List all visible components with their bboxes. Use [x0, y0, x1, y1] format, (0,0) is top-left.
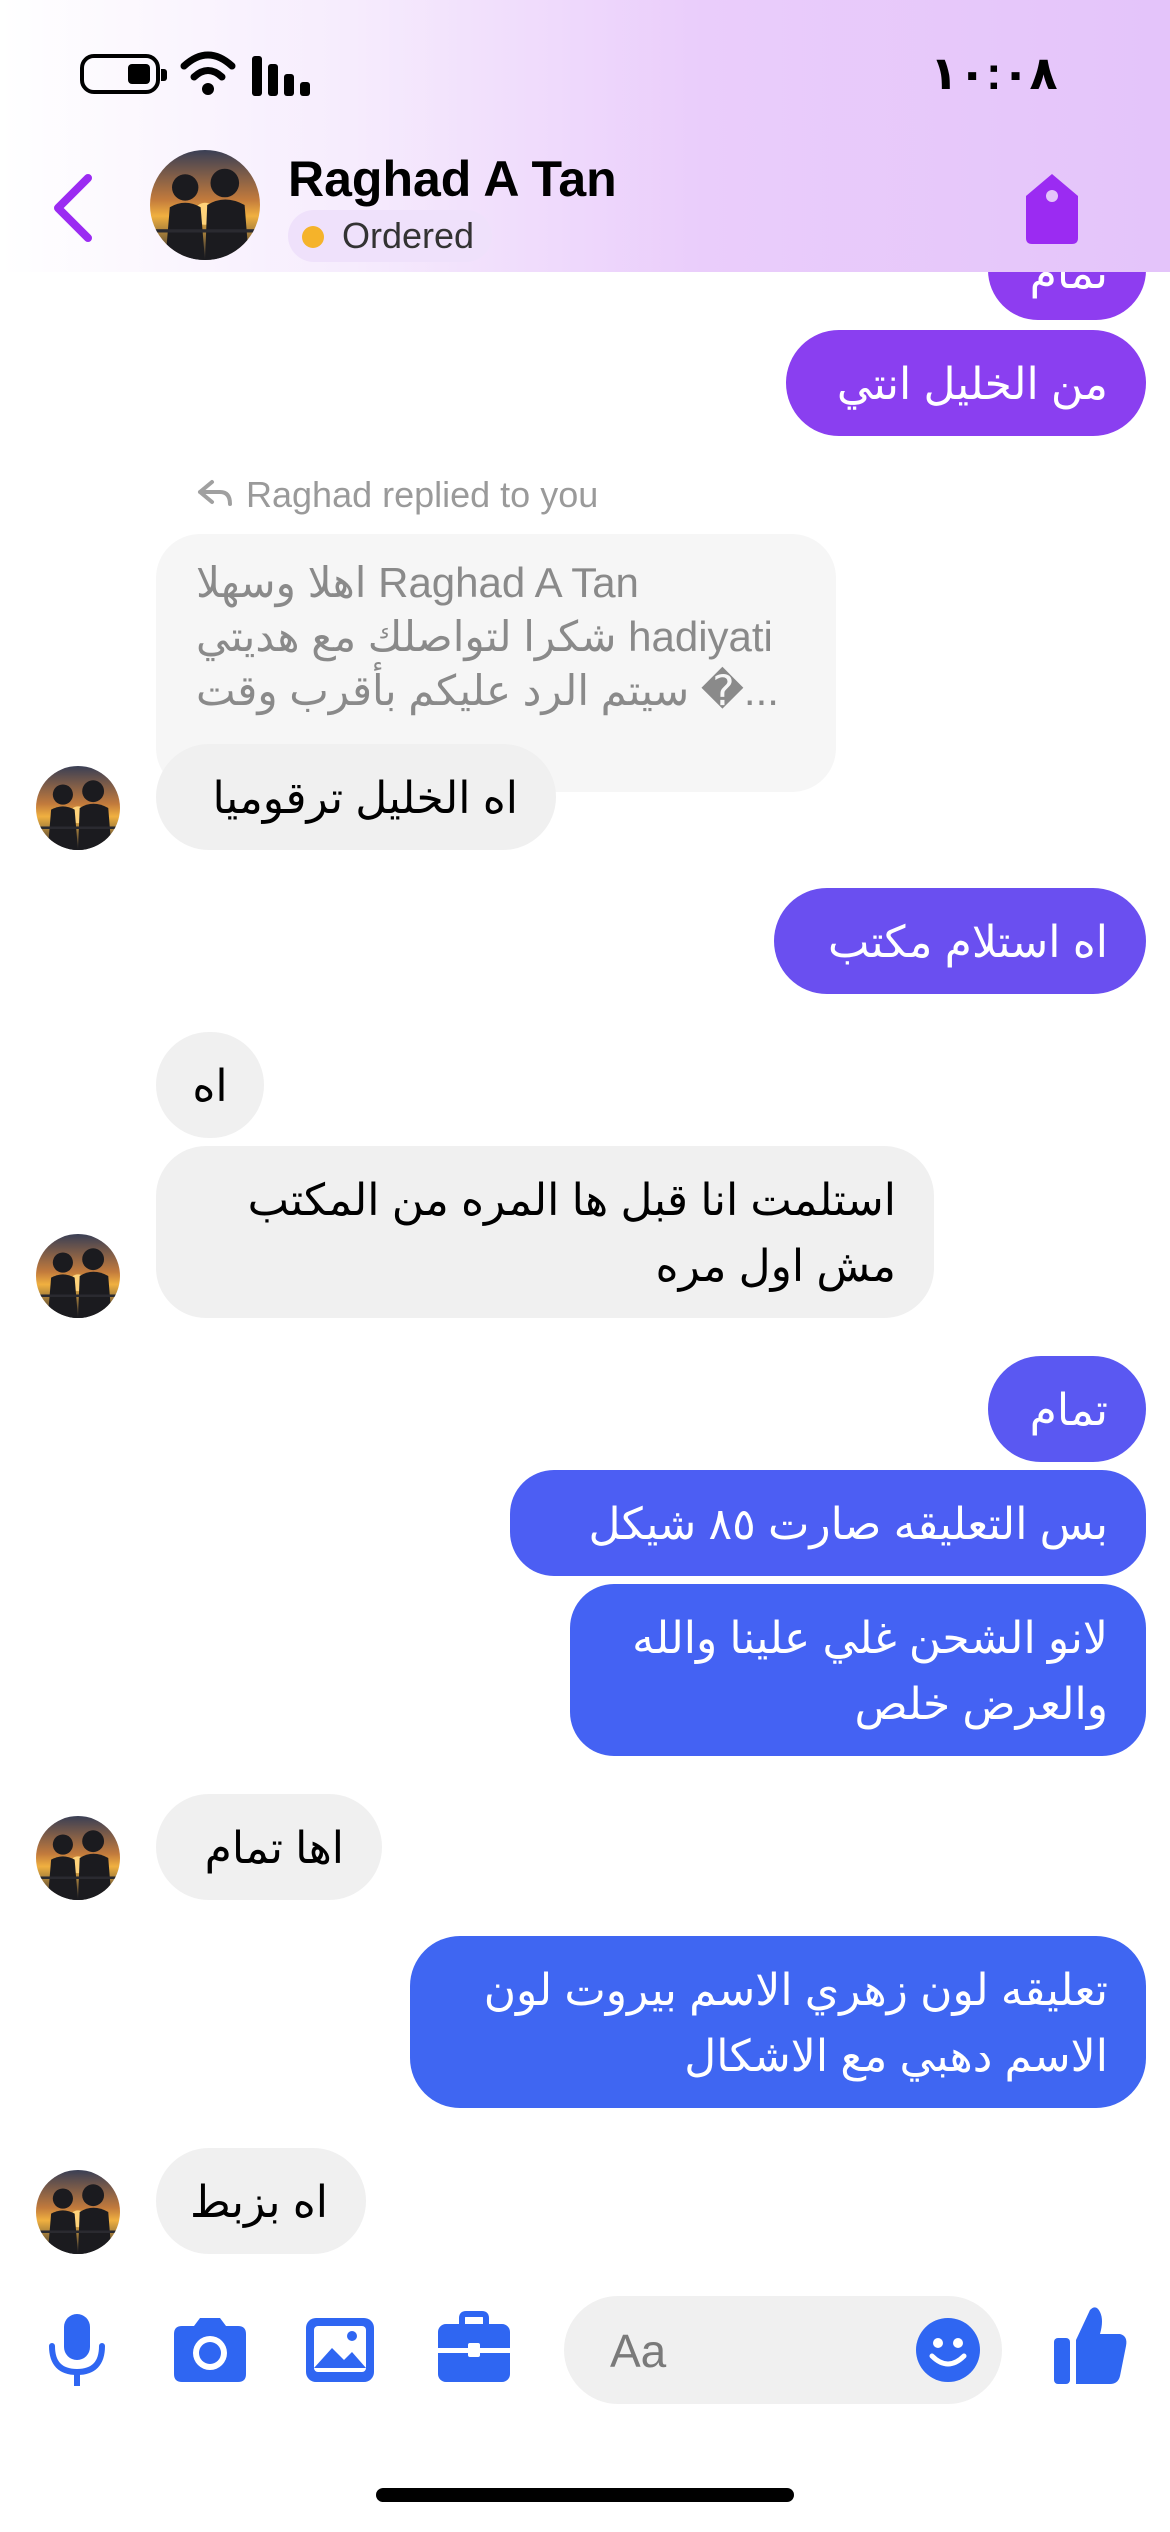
- status-dot-icon: [302, 226, 324, 248]
- outgoing-message[interactable]: لانو الشحن غلي علينا والله والعرض خلص: [570, 1584, 1146, 1756]
- outgoing-message[interactable]: من الخليل انتي: [786, 330, 1146, 436]
- wifi-icon: [180, 51, 236, 95]
- contact-avatar[interactable]: [36, 2170, 120, 2254]
- reply-arrow-icon: [198, 480, 232, 506]
- microphone-icon[interactable]: [44, 2310, 110, 2390]
- outgoing-message[interactable]: تعليقه لون زهري الاسم بيروت لون الاسم ده…: [410, 1936, 1146, 2108]
- incoming-message[interactable]: اه الخليل ترقوميا: [156, 744, 556, 850]
- smiley-icon[interactable]: [914, 2316, 982, 2384]
- image-icon[interactable]: [304, 2310, 376, 2390]
- home-indicator: [376, 2488, 794, 2502]
- contact-avatar[interactable]: [36, 1816, 120, 1900]
- contact-avatar[interactable]: [36, 1234, 120, 1318]
- incoming-message[interactable]: اه بزبط: [156, 2148, 366, 2254]
- contact-name[interactable]: Raghad A Tan: [288, 150, 617, 208]
- contact-avatar[interactable]: [150, 150, 260, 260]
- tag-icon[interactable]: [1016, 168, 1088, 248]
- order-status-label: Ordered: [342, 215, 475, 256]
- incoming-message[interactable]: اها تمام: [156, 1794, 382, 1900]
- outgoing-message[interactable]: تمام: [988, 1356, 1146, 1462]
- back-chevron-icon[interactable]: [44, 168, 104, 248]
- status-time: ١٠:٠٨: [930, 47, 1058, 99]
- message-input[interactable]: [608, 2318, 912, 2384]
- thumbs-up-icon[interactable]: [1050, 2302, 1130, 2388]
- briefcase-icon[interactable]: [436, 2310, 512, 2390]
- message-input-field[interactable]: [564, 2296, 1002, 2404]
- contact-avatar[interactable]: [36, 766, 120, 850]
- cellular-signal-icon: [252, 56, 310, 96]
- battery-icon: [80, 54, 167, 94]
- outgoing-message[interactable]: اه استلام مكتب: [774, 888, 1146, 994]
- outgoing-message[interactable]: بس التعليقه صارت ٨٥ شيكل: [510, 1470, 1146, 1576]
- order-status-badge[interactable]: Ordered: [288, 210, 493, 262]
- incoming-message[interactable]: استلمت انا قبل ها المره من المكتب مش اول…: [156, 1146, 934, 1318]
- incoming-message[interactable]: اه: [156, 1032, 264, 1138]
- chat-header: ١٠:٠٨ Raghad A Tan Ordered: [0, 0, 1170, 272]
- camera-icon[interactable]: [170, 2310, 250, 2390]
- reply-label: Raghad replied to you: [246, 474, 599, 515]
